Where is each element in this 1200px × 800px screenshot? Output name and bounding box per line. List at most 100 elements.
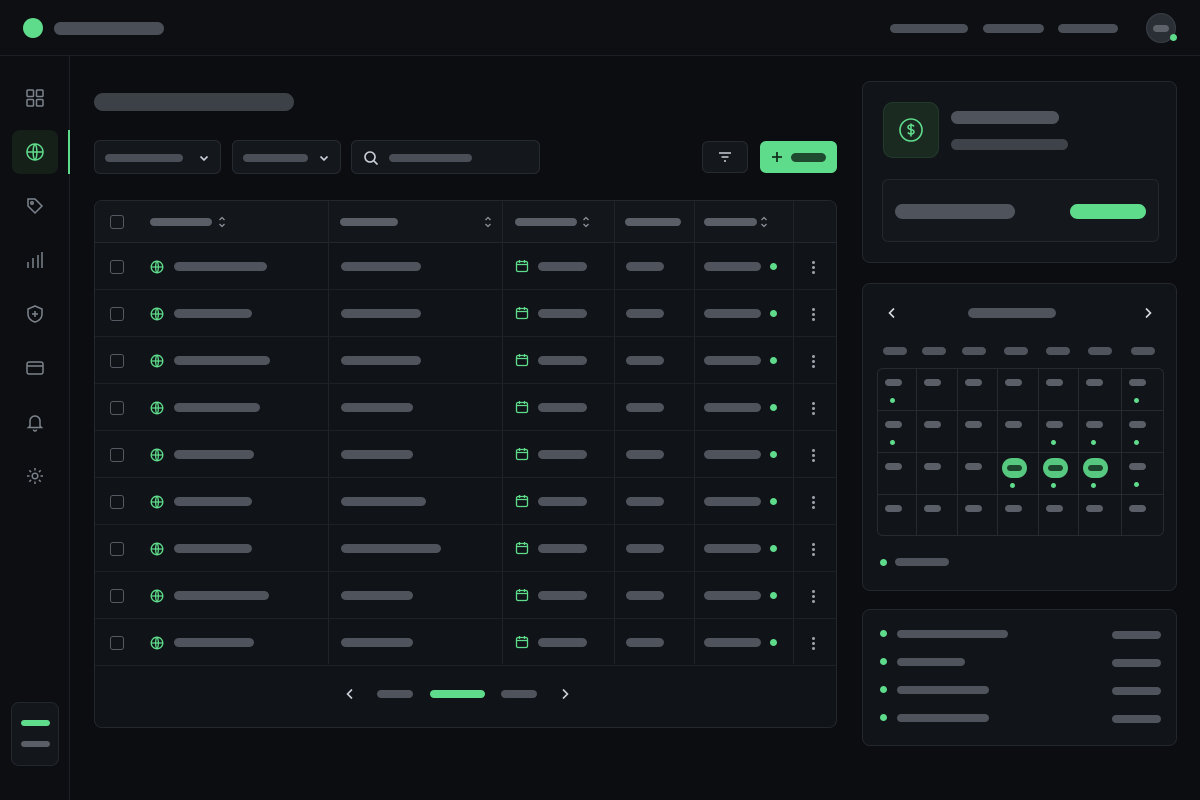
table-row[interactable] <box>95 478 836 525</box>
calendar-day[interactable] <box>878 411 917 453</box>
calendar-day-selected[interactable] <box>1039 453 1079 495</box>
row-menu-icon[interactable] <box>812 308 815 321</box>
filter-select-2[interactable] <box>232 140 341 174</box>
nav-link-3[interactable] <box>1058 24 1118 33</box>
calendar-day[interactable] <box>998 411 1039 453</box>
calendar-day[interactable] <box>917 369 958 411</box>
row-checkbox[interactable] <box>110 495 124 509</box>
status-dot <box>770 639 777 646</box>
calendar-day[interactable] <box>1122 411 1163 453</box>
sidebar-item-tags[interactable] <box>12 184 58 228</box>
calendar-day[interactable] <box>878 369 917 411</box>
calendar-day-selected[interactable] <box>998 453 1039 495</box>
column-header-date[interactable] <box>515 218 577 226</box>
chevron-left-icon[interactable] <box>345 688 355 700</box>
row-checkbox[interactable] <box>110 401 124 415</box>
row-checkbox[interactable] <box>110 260 124 274</box>
calendar-day[interactable] <box>878 453 917 495</box>
sidebar-footer-card[interactable] <box>11 702 59 766</box>
calendar-day[interactable] <box>917 495 958 535</box>
sidebar-item-notifications[interactable] <box>12 400 58 444</box>
calendar-day[interactable] <box>878 495 917 535</box>
sidebar-item-security[interactable] <box>12 292 58 336</box>
row-checkbox[interactable] <box>110 354 124 368</box>
calendar-day[interactable] <box>958 369 998 411</box>
sort-icon[interactable] <box>582 216 590 228</box>
calendar-day[interactable] <box>917 411 958 453</box>
chevron-left-icon[interactable] <box>887 307 897 319</box>
calendar-day[interactable] <box>1039 411 1079 453</box>
bell-icon <box>26 415 44 432</box>
nav-link-2[interactable] <box>983 24 1044 33</box>
sort-icon[interactable] <box>218 216 226 228</box>
row-menu-icon[interactable] <box>812 590 815 603</box>
row-menu-icon[interactable] <box>812 496 815 509</box>
table-row[interactable] <box>95 290 836 337</box>
column-header-status[interactable] <box>704 218 757 226</box>
sidebar-item-settings[interactable] <box>12 454 58 498</box>
calendar-day[interactable] <box>1079 495 1122 535</box>
app-logo[interactable] <box>23 18 43 38</box>
globe-icon <box>150 636 164 650</box>
chevron-right-icon[interactable] <box>1143 307 1153 319</box>
table-row[interactable] <box>95 572 836 619</box>
calendar-day-selected[interactable] <box>1079 453 1122 495</box>
sidebar-item-analytics[interactable] <box>12 238 58 282</box>
nav-link-1[interactable] <box>890 24 968 33</box>
table-row[interactable] <box>95 525 836 572</box>
sidebar-item-billing[interactable] <box>12 346 58 390</box>
row-checkbox[interactable] <box>110 542 124 556</box>
row-menu-icon[interactable] <box>812 355 815 368</box>
row-checkbox[interactable] <box>110 307 124 321</box>
billing-action-button[interactable] <box>1070 204 1146 219</box>
list-item-label <box>897 658 965 666</box>
calendar-day[interactable] <box>1122 495 1163 535</box>
page-1-button[interactable] <box>377 690 413 698</box>
calendar-day[interactable] <box>917 453 958 495</box>
calendar-day[interactable] <box>1079 411 1122 453</box>
calendar-day[interactable] <box>998 369 1039 411</box>
calendar-day[interactable] <box>1039 369 1079 411</box>
filter-button[interactable] <box>702 141 748 173</box>
row-menu-icon[interactable] <box>812 449 815 462</box>
search-input[interactable] <box>351 140 540 174</box>
page-2-button-active[interactable] <box>430 690 485 698</box>
calendar-day[interactable] <box>958 411 998 453</box>
calendar-day[interactable] <box>958 495 998 535</box>
column-header-domain[interactable] <box>150 218 212 226</box>
globe-icon <box>150 260 164 274</box>
calendar-day[interactable] <box>958 453 998 495</box>
add-button[interactable] <box>760 141 837 173</box>
page-3-button[interactable] <box>501 690 537 698</box>
table-row[interactable] <box>95 243 836 290</box>
row-checkbox[interactable] <box>110 589 124 603</box>
table-row[interactable] <box>95 384 836 431</box>
calendar-day[interactable] <box>1039 495 1079 535</box>
sidebar-item-dashboard[interactable] <box>12 76 58 120</box>
calendar-day[interactable] <box>1079 369 1122 411</box>
calendar-day[interactable] <box>1122 369 1163 411</box>
row-menu-icon[interactable] <box>812 402 815 415</box>
status-dot <box>770 310 777 317</box>
row-menu-icon[interactable] <box>812 261 815 274</box>
calendar-day[interactable] <box>1122 453 1163 495</box>
select-all-checkbox[interactable] <box>110 215 124 229</box>
row-checkbox[interactable] <box>110 448 124 462</box>
sidebar-item-domains[interactable] <box>12 130 70 174</box>
column-header-2[interactable] <box>340 218 398 226</box>
calendar-legend-label <box>895 558 949 566</box>
sort-icon[interactable] <box>484 216 492 228</box>
chevron-right-icon[interactable] <box>560 688 570 700</box>
calendar-day[interactable] <box>998 495 1039 535</box>
row-menu-icon[interactable] <box>812 637 815 650</box>
user-avatar[interactable] <box>1146 13 1177 43</box>
row-checkbox[interactable] <box>110 636 124 650</box>
table-row[interactable] <box>95 337 836 384</box>
sort-icon[interactable] <box>760 216 768 228</box>
table-row[interactable] <box>95 431 836 478</box>
table-row[interactable] <box>95 619 836 666</box>
calendar-icon <box>515 589 529 602</box>
row-menu-icon[interactable] <box>812 543 815 556</box>
filter-select-1[interactable] <box>94 140 221 174</box>
cell-col2 <box>341 638 413 647</box>
